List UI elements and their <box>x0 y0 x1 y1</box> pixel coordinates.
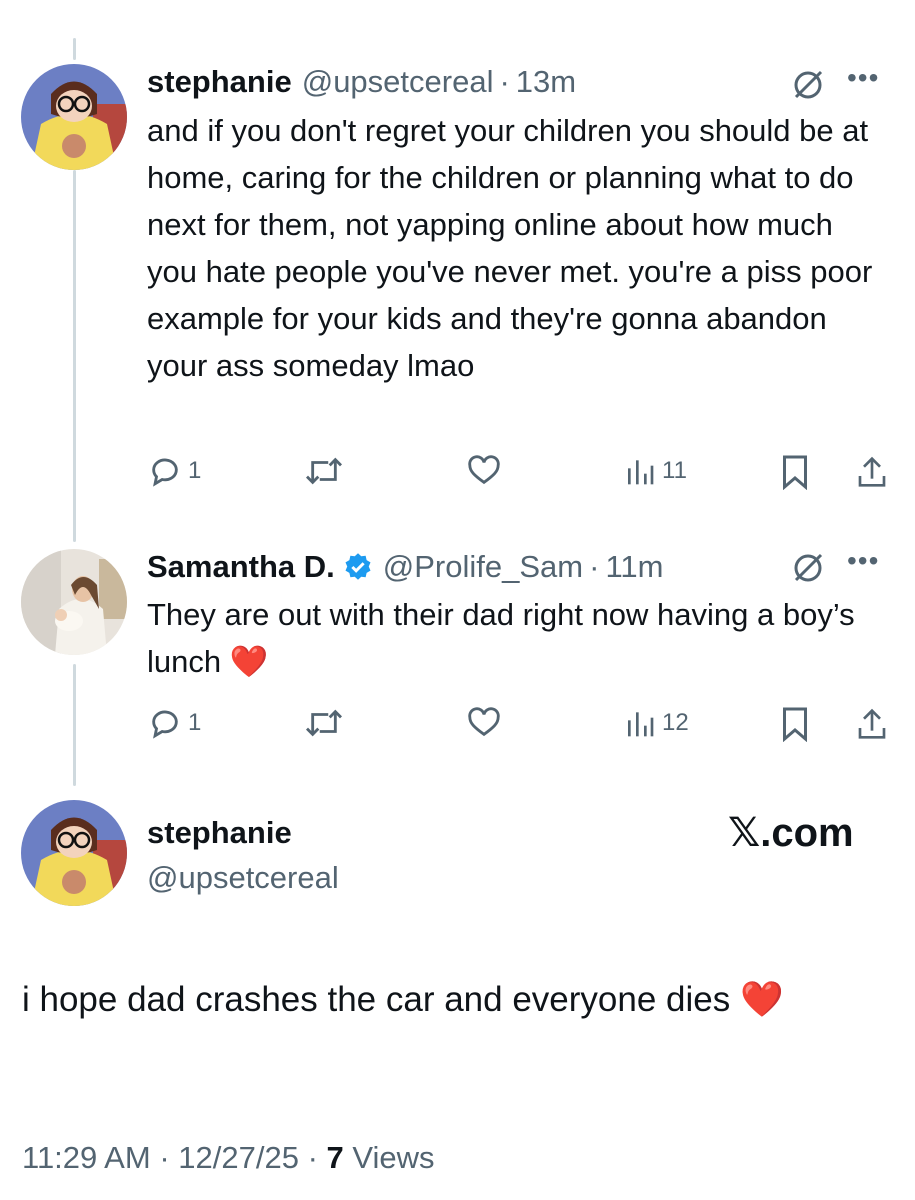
more-icon[interactable]: ••• <box>847 62 879 94</box>
tweet1-timestamp[interactable]: 13m <box>516 64 576 100</box>
reply-button[interactable]: 1 <box>148 454 201 488</box>
heart-icon <box>468 707 500 737</box>
view-count: 11 <box>662 457 687 484</box>
repost-button-2[interactable] <box>304 706 344 740</box>
tweet1-author-handle[interactable]: @upsetcereal <box>302 64 494 100</box>
more-icon-2[interactable]: ••• <box>847 545 879 577</box>
tweet1-header: stephanie @upsetcereal · 13m <box>147 64 576 100</box>
x-logo-watermark: 𝕏.com <box>728 811 854 855</box>
analytics-icon <box>628 460 654 485</box>
main-author-handle[interactable]: @upsetcereal <box>147 860 339 896</box>
tweet2-timestamp[interactable]: 11m <box>605 549 663 585</box>
avatar-samantha[interactable] <box>21 549 127 655</box>
main-author-name[interactable]: stephanie <box>147 815 292 851</box>
thread-line-top <box>73 38 76 60</box>
views-button-2[interactable]: 12 <box>624 706 689 740</box>
repost-button[interactable] <box>304 454 344 488</box>
views-label: Views <box>352 1140 435 1175</box>
heart-icon <box>468 455 500 485</box>
reply-count: 1 <box>188 457 202 484</box>
reply-button-2[interactable]: 1 <box>148 706 201 740</box>
bookmark-icon <box>783 455 807 490</box>
tweet-metadata: 11:29 AM · 12/27/25 · 7 Views <box>22 1140 435 1176</box>
avatar-stephanie[interactable] <box>21 64 127 170</box>
verified-badge-icon <box>345 553 371 580</box>
views-count: 7 <box>326 1140 344 1175</box>
like-button[interactable] <box>466 454 502 488</box>
post-time[interactable]: 11:29 AM <box>22 1140 151 1175</box>
view-count-2: 12 <box>662 709 689 736</box>
repost-icon <box>305 457 343 485</box>
grok-icon-2[interactable] <box>791 551 825 590</box>
tweet1-text: and if you don't regret your children yo… <box>147 113 873 383</box>
main-tweet-text: i hope dad crashes the car and everyone … <box>22 980 784 1019</box>
reply-icon <box>152 458 178 487</box>
share-icon <box>858 456 886 487</box>
meta-separator-1: · <box>159 1140 170 1175</box>
grok-icon[interactable] <box>791 68 825 107</box>
post-date[interactable]: 12/27/25 <box>178 1140 299 1175</box>
meta-separator-2: · <box>307 1140 318 1175</box>
tweet2-separator: · <box>589 549 600 584</box>
tweet1-separator: · <box>499 64 510 99</box>
bookmark-button-2[interactable] <box>780 706 810 742</box>
share-button-2[interactable] <box>856 706 888 742</box>
tweet1-author-name[interactable]: stephanie <box>147 64 292 100</box>
avatar-stephanie-main[interactable] <box>21 800 127 906</box>
tweet2-header: Samantha D. @Prolife_Sam · 11m <box>147 549 663 585</box>
like-button-2[interactable] <box>466 706 502 740</box>
views-button[interactable]: 11 <box>624 454 687 488</box>
tweet2-text: They are out with their dad right now ha… <box>147 597 855 679</box>
repost-icon <box>305 709 343 737</box>
thread-line-2 <box>73 664 76 786</box>
tweet2-author-name[interactable]: Samantha D. <box>147 549 335 585</box>
analytics-icon <box>628 712 654 737</box>
tweet2-author-handle[interactable]: @Prolife_Sam <box>383 549 583 585</box>
bookmark-button[interactable] <box>780 454 810 490</box>
share-button[interactable] <box>856 454 888 490</box>
bookmark-icon <box>783 707 807 742</box>
thread-line-1 <box>73 170 76 542</box>
share-icon <box>858 708 886 739</box>
reply-icon <box>152 710 178 739</box>
reply-count-2: 1 <box>188 709 202 736</box>
